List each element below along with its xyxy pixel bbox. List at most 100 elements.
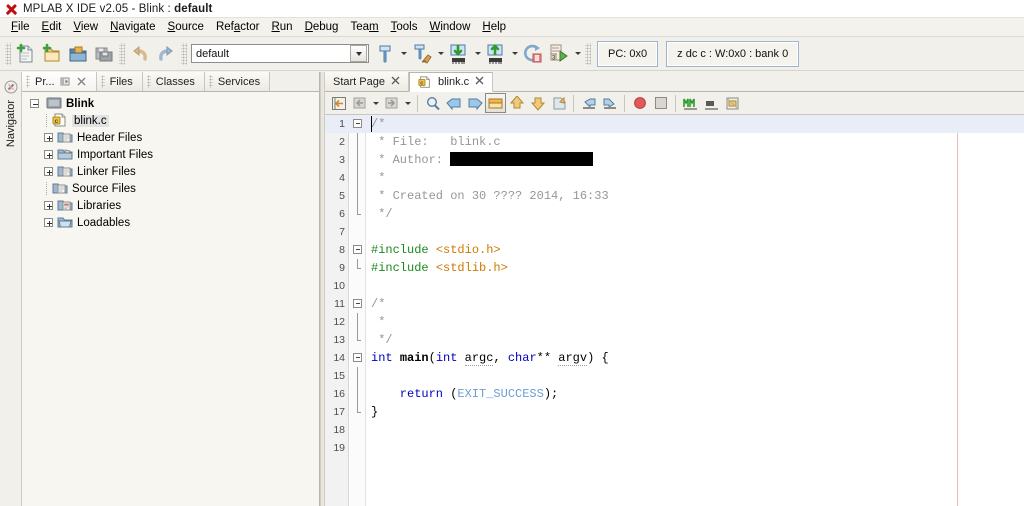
code-line[interactable]: 12 *: [325, 313, 1024, 331]
toggle-breakpoint-icon[interactable]: [629, 93, 650, 113]
menu-tools[interactable]: Tools: [385, 20, 424, 34]
build-dropdown-icon[interactable]: [398, 42, 409, 66]
tab-start-page[interactable]: Start Page: [325, 72, 409, 91]
shift-right-icon[interactable]: [599, 93, 620, 113]
menu-window[interactable]: Window: [423, 20, 476, 34]
close-tab-start-page-icon[interactable]: [391, 76, 400, 88]
tree-node-header-files[interactable]: Header Files: [22, 129, 319, 146]
fold-toggle[interactable]: [353, 245, 362, 254]
back-dropdown-icon[interactable]: [370, 91, 381, 115]
fold-toggle[interactable]: [353, 353, 362, 362]
clean-build-dropdown-icon[interactable]: [435, 42, 446, 66]
configuration-dropdown-icon[interactable]: [350, 45, 367, 62]
code-line[interactable]: 13 */: [325, 331, 1024, 349]
stop-macro-icon[interactable]: [701, 93, 722, 113]
new-project-button[interactable]: [39, 41, 65, 67]
close-window-icon[interactable]: [76, 76, 87, 87]
tab-files[interactable]: Files: [96, 72, 143, 91]
debug-dropdown-icon[interactable]: [572, 42, 583, 66]
tree-node-blink-c[interactable]: c blink.c: [22, 112, 319, 129]
code-line[interactable]: 14 int main(int argc, char** argv) {: [325, 349, 1024, 367]
code-line[interactable]: 16 return (EXIT_SUCCESS);: [325, 385, 1024, 403]
find-selection-icon[interactable]: [422, 93, 443, 113]
toolbar-grip[interactable]: [5, 42, 11, 65]
forward-icon[interactable]: [381, 93, 402, 113]
minimize-window-group-icon[interactable]: [60, 76, 71, 87]
menu-view[interactable]: View: [67, 20, 104, 34]
code-line[interactable]: 19: [325, 439, 1024, 457]
save-all-button[interactable]: [91, 41, 117, 67]
undo-button[interactable]: [127, 41, 153, 67]
tab-grip-projects[interactable]: [26, 75, 30, 88]
code-line[interactable]: 5 * Created on 30 ???? 2014, 16:33: [325, 187, 1024, 205]
tab-grip-files[interactable]: [100, 75, 105, 88]
fold-toggle[interactable]: [353, 299, 362, 308]
expander-linker-files[interactable]: [44, 167, 53, 176]
toggle-bookmark-icon[interactable]: [548, 93, 569, 113]
tree-node-libraries[interactable]: Libraries: [22, 197, 319, 214]
clean-build-button[interactable]: [409, 41, 435, 67]
menu-file[interactable]: File: [5, 20, 36, 34]
configuration-combo[interactable]: default: [191, 44, 369, 63]
back-icon[interactable]: [349, 93, 370, 113]
expander-header-files[interactable]: [44, 133, 53, 142]
make-program-dropdown-icon[interactable]: [472, 42, 483, 66]
toggle-highlight-icon[interactable]: [485, 93, 506, 113]
menu-refactor[interactable]: Refactor: [210, 20, 265, 34]
tab-grip-services[interactable]: [208, 75, 213, 88]
previous-bookmark-icon[interactable]: [506, 93, 527, 113]
code-line[interactable]: 15: [325, 367, 1024, 385]
code-line[interactable]: 6 */: [325, 205, 1024, 223]
open-project-button[interactable]: [65, 41, 91, 67]
toolbar-grip-4[interactable]: [585, 42, 591, 65]
project-tree[interactable]: Blink c blink.c Header Files Important F…: [22, 92, 319, 506]
navigator-strip[interactable]: Navigator: [0, 72, 22, 506]
tree-node-source-files[interactable]: Source Files: [22, 180, 319, 197]
tab-blink-c[interactable]: c blink.c: [408, 72, 494, 92]
code-line[interactable]: 11 /*: [325, 295, 1024, 313]
program-dropdown-icon[interactable]: [509, 42, 520, 66]
code-lines[interactable]: 1/* 2 * File: blink.c 3 * Author: 4 * 5 * C…: [325, 115, 1024, 506]
debug-project-button[interactable]: 3: [546, 41, 572, 67]
expander-blink[interactable]: [30, 99, 39, 108]
program-button[interactable]: [483, 41, 509, 67]
code-line[interactable]: 3 * Author:: [325, 151, 1024, 169]
shift-left-icon[interactable]: [578, 93, 599, 113]
menu-edit[interactable]: Edit: [36, 20, 68, 34]
code-line[interactable]: 18: [325, 421, 1024, 439]
menu-navigate[interactable]: Navigate: [104, 20, 161, 34]
new-file-button[interactable]: [13, 41, 39, 67]
code-line[interactable]: 4 *: [325, 169, 1024, 187]
code-line[interactable]: 2 * File: blink.c: [325, 133, 1024, 151]
toggle-rectangular-selection-icon[interactable]: [722, 93, 743, 113]
code-line[interactable]: 9 #include <stdlib.h>: [325, 259, 1024, 277]
code-editor[interactable]: 1/* 2 * File: blink.c 3 * Author: 4 * 5 * C…: [325, 115, 1024, 506]
toolbar-grip-3[interactable]: [181, 42, 187, 65]
tab-services[interactable]: Services: [204, 72, 271, 91]
navigator-tab[interactable]: Navigator: [0, 78, 22, 188]
tab-projects[interactable]: Pr...: [22, 72, 97, 91]
code-line[interactable]: 8 #include <stdio.h>: [325, 241, 1024, 259]
find-previous-icon[interactable]: [443, 93, 464, 113]
redo-button[interactable]: [153, 41, 179, 67]
menu-source[interactable]: Source: [162, 20, 210, 34]
start-macro-icon[interactable]: [680, 93, 701, 113]
menu-debug[interactable]: Debug: [299, 20, 345, 34]
menu-team[interactable]: Team: [344, 20, 384, 34]
code-line[interactable]: 1 /*: [325, 115, 1024, 133]
close-tab-blink-c-icon[interactable]: [475, 76, 484, 88]
expander-loadables[interactable]: [44, 218, 53, 227]
tab-classes[interactable]: Classes: [142, 72, 205, 91]
menu-run[interactable]: Run: [265, 20, 298, 34]
toolbar-grip-2[interactable]: [119, 42, 125, 65]
tree-node-important-files[interactable]: Important Files: [22, 146, 319, 163]
expander-libraries[interactable]: [44, 201, 53, 210]
tab-grip-classes[interactable]: [146, 75, 151, 88]
menu-bar[interactable]: File Edit View Navigate Source Refactor …: [0, 18, 1024, 37]
tree-node-linker-files[interactable]: Linker Files: [22, 163, 319, 180]
make-program-button[interactable]: [446, 41, 472, 67]
code-line[interactable]: 10: [325, 277, 1024, 295]
tree-node-blink[interactable]: Blink: [22, 95, 319, 112]
build-project-button[interactable]: [372, 41, 398, 67]
tree-node-loadables[interactable]: Loadables: [22, 214, 319, 231]
